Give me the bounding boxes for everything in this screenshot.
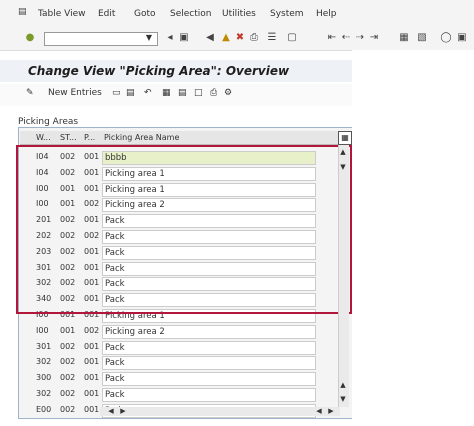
save-icon[interactable]: ▣ xyxy=(178,32,190,44)
table-row[interactable]: 302 002 001 Pack xyxy=(20,355,340,371)
picking-area-name-field[interactable]: Pack xyxy=(102,340,316,355)
cell-storage-type: 002 xyxy=(60,357,76,367)
find-icon[interactable]: ☰ xyxy=(266,32,278,44)
picking-area-name-field[interactable]: Pack xyxy=(102,372,316,387)
column-header-picking-area-name[interactable]: Picking Area Name xyxy=(104,133,179,142)
history-icon[interactable]: ◂ xyxy=(164,32,176,44)
undo-icon[interactable]: ↶ xyxy=(144,88,152,98)
horizontal-scrollbar[interactable] xyxy=(100,407,340,416)
column-header-storage-type[interactable]: ST... xyxy=(60,133,77,142)
page-title: Change View "Picking Area": Overview xyxy=(28,64,290,78)
menu-help[interactable]: Help xyxy=(316,9,337,19)
cell-storage-type: 002 xyxy=(60,389,76,398)
cell-storage-type: 002 xyxy=(60,404,76,414)
chevron-down-icon[interactable]: ▼ xyxy=(144,32,154,44)
table-row[interactable]: 302 002 001 Pack xyxy=(20,387,340,402)
help-icon[interactable]: ◯ xyxy=(440,32,452,44)
cell-picking-area: 001 xyxy=(84,341,100,351)
column-header-picking-area[interactable]: P... xyxy=(84,133,95,142)
cell-warehouse: 302 xyxy=(36,357,52,367)
scroll-left-icon[interactable]: ◀ xyxy=(106,407,116,416)
command-field[interactable] xyxy=(44,32,158,46)
exit-icon[interactable]: ▲ xyxy=(220,32,232,44)
previous-page-icon[interactable]: ⇠ xyxy=(340,32,352,44)
deselect-all-icon[interactable]: □ xyxy=(194,88,203,98)
scroll-right-icon[interactable]: ▶ xyxy=(118,407,128,416)
cell-warehouse: 302 xyxy=(36,389,52,398)
cell-picking-area: 001 xyxy=(84,373,100,383)
system-menu-icon[interactable]: ▤ xyxy=(18,7,30,17)
cell-warehouse: I00 xyxy=(36,325,49,335)
transport-icon[interactable]: ⚙ xyxy=(224,88,232,98)
table-row[interactable]: I00 001 002 Picking area 2 xyxy=(20,324,340,339)
scroll-right-icon[interactable]: ▶ xyxy=(326,407,336,416)
last-page-icon[interactable]: ⇥ xyxy=(368,32,380,44)
delete-icon[interactable]: ▤ xyxy=(126,88,135,98)
picking-area-name-field[interactable]: Picking area 2 xyxy=(102,324,316,339)
new-entries-button[interactable]: New Entries xyxy=(48,88,102,98)
menu-system[interactable]: System xyxy=(270,9,304,19)
cancel-icon[interactable]: ✖ xyxy=(234,32,246,44)
table-settings-icon[interactable]: ▦ xyxy=(338,131,352,145)
layout-icon[interactable]: ▣ xyxy=(456,32,468,44)
menu-edit[interactable]: Edit xyxy=(98,9,115,19)
picking-area-name-field[interactable]: Pack xyxy=(102,388,316,402)
cell-warehouse: 300 xyxy=(36,373,52,383)
copy-icon[interactable]: ▭ xyxy=(112,88,121,98)
table-row[interactable]: 301 002 001 Pack xyxy=(20,340,340,355)
menu-selection[interactable]: Selection xyxy=(170,9,211,19)
print-list-icon[interactable]: ⎙ xyxy=(210,88,217,98)
group-label: Picking Areas xyxy=(18,117,79,127)
table-row[interactable]: 300 002 001 Pack xyxy=(20,371,340,387)
cell-storage-type: 001 xyxy=(60,325,76,335)
column-header-warehouse[interactable]: W... xyxy=(36,133,51,142)
next-page-icon[interactable]: ⇢ xyxy=(354,32,366,44)
print-icon[interactable]: ⎙ xyxy=(248,32,260,44)
shortcut-icon[interactable]: ▧ xyxy=(416,32,428,44)
select-all-icon[interactable]: ▦ xyxy=(162,88,171,98)
new-session-icon[interactable]: ▦ xyxy=(398,32,410,44)
scroll-down-icon[interactable]: ▼ xyxy=(338,162,348,172)
cell-warehouse: 301 xyxy=(36,341,52,351)
back-icon[interactable]: ◀ xyxy=(204,32,216,44)
selection-highlight xyxy=(16,145,352,314)
cell-picking-area: 001 xyxy=(84,389,100,398)
cell-picking-area: 002 xyxy=(84,325,100,335)
scroll-up-icon[interactable]: ▲ xyxy=(338,380,348,390)
cell-storage-type: 002 xyxy=(60,341,76,351)
scroll-down-icon[interactable]: ▼ xyxy=(338,394,348,404)
cell-warehouse: E00 xyxy=(36,404,52,414)
display-change-icon[interactable]: ✎ xyxy=(26,88,34,98)
menu-table-view[interactable]: Table View xyxy=(38,9,86,19)
menu-goto[interactable]: Goto xyxy=(134,9,156,19)
cell-storage-type: 002 xyxy=(60,373,76,383)
scroll-left-icon[interactable]: ◀ xyxy=(314,407,324,416)
find-next-icon[interactable]: ▢ xyxy=(286,32,298,44)
vertical-scrollbar[interactable] xyxy=(338,145,349,407)
menu-utilities[interactable]: Utilities xyxy=(222,9,256,19)
picking-area-name-field[interactable]: Pack xyxy=(102,356,316,371)
cell-picking-area: 001 xyxy=(84,404,100,414)
first-page-icon[interactable]: ⇤ xyxy=(326,32,338,44)
enter-icon[interactable]: ● xyxy=(24,32,36,44)
scroll-up-icon[interactable]: ▲ xyxy=(338,147,348,157)
empty-area xyxy=(352,50,474,426)
cell-picking-area: 001 xyxy=(84,357,100,367)
select-block-icon[interactable]: ▤ xyxy=(178,88,187,98)
